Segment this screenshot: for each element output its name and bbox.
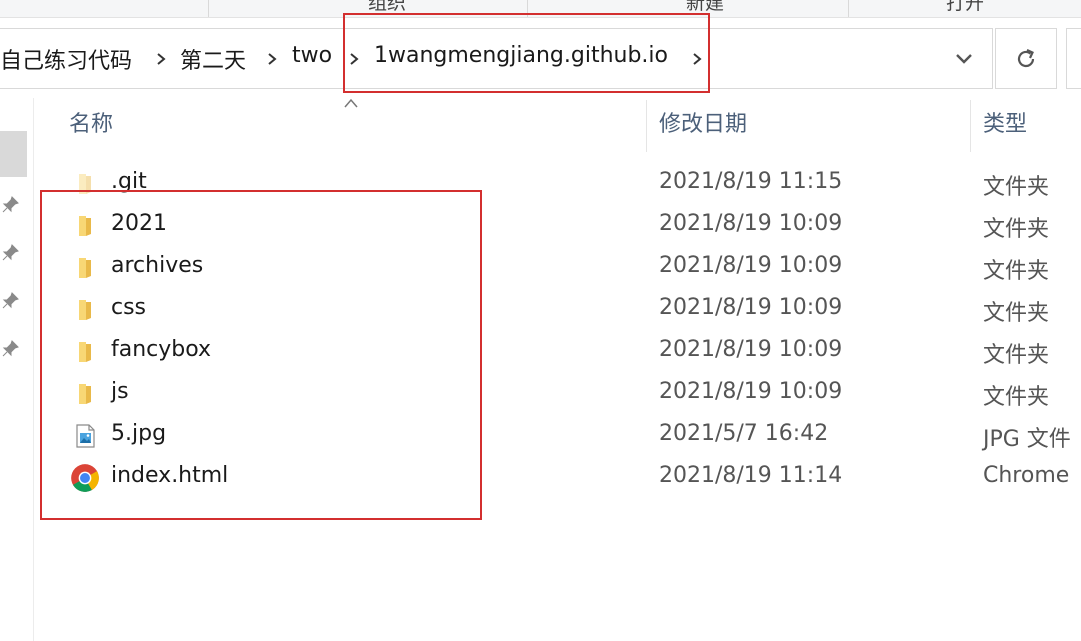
folder-icon	[79, 300, 91, 320]
chevron-right-icon[interactable]	[689, 51, 705, 67]
file-row[interactable]: .git 2021/8/19 11:15 文件夹	[60, 163, 1081, 205]
file-row[interactable]: archives 2021/8/19 10:09 文件夹	[60, 247, 1081, 289]
ribbon-separator	[848, 0, 849, 17]
ribbon-group-organize[interactable]: 组织	[368, 0, 406, 15]
ribbon-group-new[interactable]: 新建	[686, 0, 724, 15]
file-name[interactable]: 5.jpg	[111, 421, 166, 446]
breadcrumb-item[interactable]: 第二天	[180, 43, 246, 75]
breadcrumb-item[interactable]: 自己练习代码	[0, 43, 132, 75]
file-row[interactable]: js 2021/8/19 10:09 文件夹	[60, 373, 1081, 415]
breadcrumb-current[interactable]: 1wangmengjiang.github.io	[374, 43, 668, 68]
column-divider[interactable]	[970, 100, 971, 152]
sort-ascending-icon	[344, 98, 358, 108]
column-divider[interactable]	[646, 100, 647, 152]
file-type: 文件夹	[983, 343, 1050, 368]
file-name[interactable]: js	[111, 379, 129, 404]
pin-icon[interactable]	[2, 291, 20, 309]
file-row[interactable]: index.html 2021/8/19 11:14 Chrome	[60, 457, 1081, 499]
folder-icon	[79, 216, 91, 236]
file-name[interactable]: fancybox	[111, 337, 211, 362]
file-type: 文件夹	[983, 301, 1050, 326]
file-date: 2021/8/19 10:09	[659, 253, 843, 278]
file-name[interactable]: css	[111, 295, 146, 320]
file-date: 2021/8/19 10:09	[659, 337, 843, 362]
file-type: 文件夹	[983, 217, 1050, 242]
file-row[interactable]: fancybox 2021/8/19 10:09 文件夹	[60, 331, 1081, 373]
folder-icon	[79, 258, 91, 278]
file-type: 文件夹	[983, 259, 1050, 284]
file-name[interactable]: index.html	[111, 463, 228, 488]
file-date: 2021/5/7 16:42	[659, 421, 829, 446]
refresh-icon	[1017, 48, 1035, 68]
file-type: JPG 文件	[983, 427, 1071, 452]
file-type: 文件夹	[983, 385, 1050, 410]
folder-icon	[79, 384, 91, 404]
file-type: 文件夹	[983, 175, 1050, 200]
pin-icon[interactable]	[2, 243, 20, 261]
address-history-dropdown-icon[interactable]	[952, 47, 976, 71]
file-date: 2021/8/19 10:09	[659, 211, 843, 236]
pin-icon[interactable]	[2, 195, 20, 213]
column-header-type[interactable]: 类型	[983, 106, 1027, 138]
file-row[interactable]: css 2021/8/19 10:09 文件夹	[60, 289, 1081, 331]
file-name[interactable]: .git	[111, 169, 147, 194]
file-row[interactable]: 5.jpg 2021/5/7 16:42 JPG 文件	[60, 415, 1081, 457]
chevron-right-icon[interactable]	[153, 51, 169, 67]
search-box-edge[interactable]	[1066, 28, 1081, 89]
breadcrumb-item[interactable]: two	[292, 43, 332, 68]
navigation-selected-item[interactable]	[0, 131, 27, 177]
navigation-pane	[0, 98, 34, 641]
file-date: 2021/8/19 10:09	[659, 379, 843, 404]
pin-icon[interactable]	[2, 339, 20, 357]
file-name[interactable]: archives	[111, 253, 203, 278]
file-name[interactable]: 2021	[111, 211, 167, 236]
refresh-button[interactable]	[995, 28, 1057, 89]
chevron-right-icon[interactable]	[264, 51, 280, 67]
image-file-icon	[76, 424, 95, 448]
folder-icon	[79, 174, 91, 194]
folder-icon	[79, 342, 91, 362]
address-bar[interactable]: 自己练习代码 第二天 two 1wangmengjiang.github.io	[0, 28, 993, 89]
ribbon-group-open[interactable]: 打开	[946, 0, 984, 15]
file-date: 2021/8/19 11:15	[659, 169, 843, 194]
chrome-icon	[71, 464, 99, 492]
file-type: Chrome	[983, 463, 1070, 488]
ribbon: 组织 新建 打开	[0, 0, 1081, 18]
ribbon-separator	[527, 0, 528, 17]
file-date: 2021/8/19 10:09	[659, 295, 843, 320]
file-row[interactable]: 2021 2021/8/19 10:09 文件夹	[60, 205, 1081, 247]
column-header-date-modified[interactable]: 修改日期	[659, 106, 747, 138]
chevron-right-icon[interactable]	[346, 51, 362, 67]
file-date: 2021/8/19 11:14	[659, 463, 843, 488]
column-header-name[interactable]: 名称	[69, 106, 113, 138]
ribbon-separator	[208, 0, 209, 17]
